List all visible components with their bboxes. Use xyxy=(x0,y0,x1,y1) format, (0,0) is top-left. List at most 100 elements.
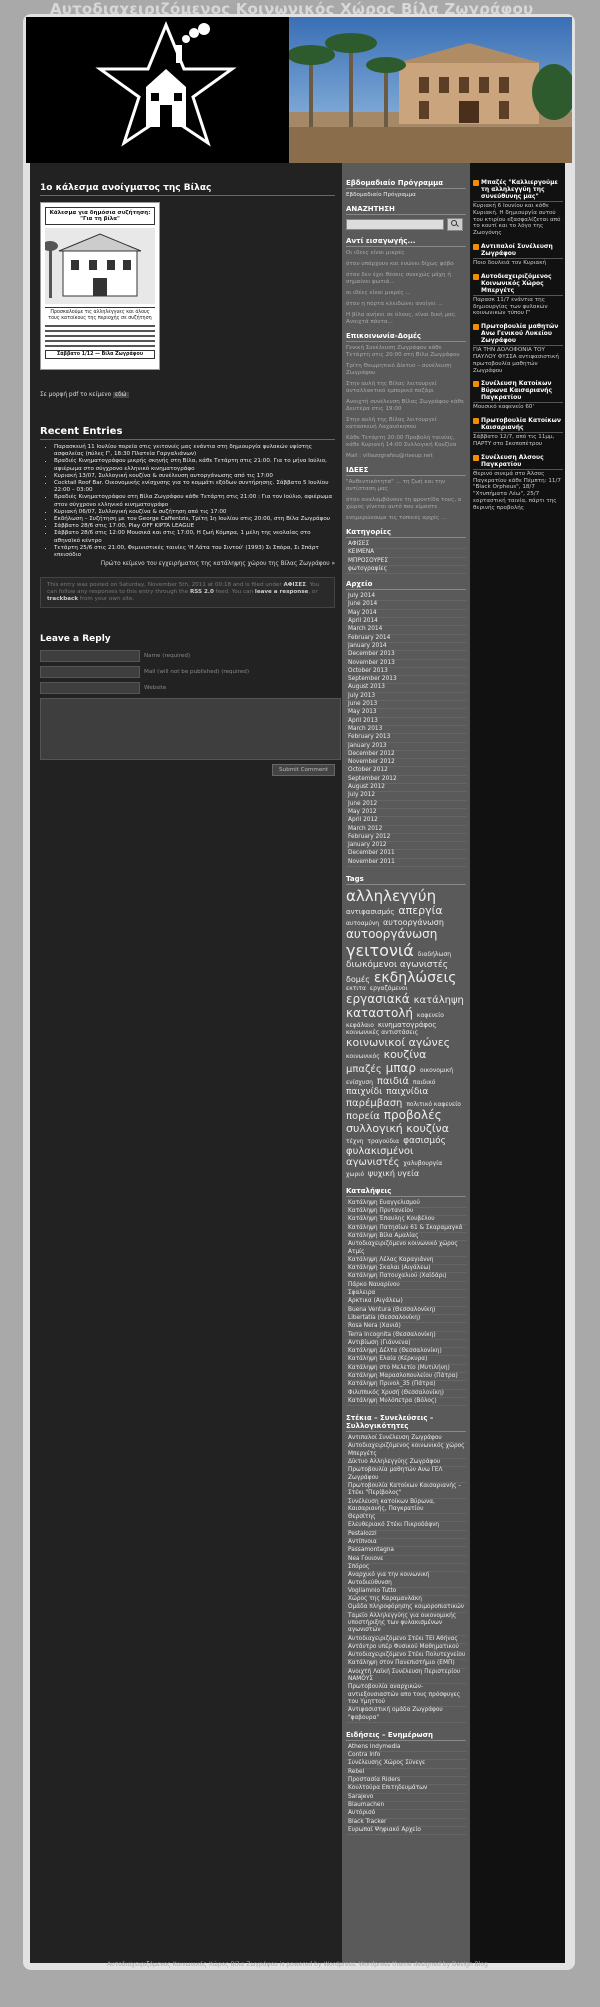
squat-item[interactable]: Κατάληψη Έπαυλης Κουβέλου xyxy=(346,1216,466,1225)
list-item[interactable]: Κυριακή 06/07, Συλλογική κουζίνα & συζήτ… xyxy=(54,509,335,516)
collective-item[interactable]: Αυτοδιαχειριζόμενο Στέκι ΤΕΙ Αθήνας xyxy=(346,1636,466,1644)
news-item[interactable]: Sarajevo xyxy=(346,1794,466,1802)
news-item[interactable]: Ευρωπαϊ Ψηφιακό Αρχείο xyxy=(346,1827,466,1836)
list-item[interactable]: Βραδιές Κινηματογράφου μικρής σκηνής στη… xyxy=(54,458,335,472)
tag-link[interactable]: φασισμός xyxy=(403,1136,446,1146)
category-item[interactable]: ΑΦΙΣΕΣ xyxy=(346,541,466,550)
tag-link[interactable]: μπαρ xyxy=(386,1061,416,1075)
collective-item[interactable]: Πρωτοβουλία αναρχικών-αντιεξουσιαστών απ… xyxy=(346,1684,466,1708)
tag-link[interactable]: παρέμβαση xyxy=(346,1098,402,1109)
category-item[interactable]: ΚΕΙΜΕΝΑ xyxy=(346,549,466,558)
tag-link[interactable]: τραγούδια xyxy=(367,1138,399,1145)
collective-item[interactable]: Αντίπνοια xyxy=(346,1539,466,1548)
tag-link[interactable]: διωκόμενοι αγωνιστές xyxy=(346,960,448,970)
tag-link[interactable]: χαλυβουργία xyxy=(403,1160,442,1167)
rss-feed-title[interactable]: Πρωτοβουλία Κατοίκων Καισαριανής xyxy=(481,417,563,431)
collective-item[interactable]: Ελευθεριακό Στέκι Πικροδάφνη xyxy=(346,1522,466,1531)
tag-link[interactable]: κοινωνικός xyxy=(346,1053,380,1060)
search-input[interactable] xyxy=(346,219,444,230)
tag-link[interactable]: κοινωνικές αντιστάσεις xyxy=(346,1029,418,1036)
archive-item[interactable]: September 2013 xyxy=(346,676,466,685)
rss-feed-title[interactable]: Μπαζές "Καλλιεργούμε τη αλληλεγγύη της σ… xyxy=(481,179,563,200)
post-title[interactable]: 1ο κάλεσμα ανοίγματος της Βίλας xyxy=(40,183,335,196)
list-item[interactable]: Παρασκευή 11 Ιουλίου πορεία στις γειτονι… xyxy=(54,444,335,458)
tag-link[interactable]: συλλογική κουζίνα xyxy=(346,1122,449,1135)
tag-link[interactable]: κατάληψη xyxy=(414,995,464,1006)
archive-item[interactable]: May 2013 xyxy=(346,709,466,718)
collective-item[interactable]: Ομάδα πληροφόρησης κοιμοροπιατικών xyxy=(346,1604,466,1613)
collective-item[interactable]: Αντιφασιστική ομάδα Ζωγράφου "φαβουρα" xyxy=(346,1707,466,1723)
tag-link[interactable]: αλληλεγγύη xyxy=(346,887,436,905)
tag-link[interactable]: αυτοοργάνωση xyxy=(383,918,444,927)
squat-item[interactable]: Κατάληψη Πρινολ_35 (Πάτρα) xyxy=(346,1381,466,1390)
archive-item[interactable]: February 2014 xyxy=(346,635,466,643)
tag-link[interactable]: παιχνίδια xyxy=(386,1087,428,1097)
squat-item[interactable]: Rosa Nera (Χανιά) xyxy=(346,1323,466,1332)
archive-item[interactable]: September 2012 xyxy=(346,776,466,785)
website-field[interactable] xyxy=(40,682,140,695)
rss-feed-title[interactable]: Πρωτοβουλία μαθητών Ανω Γενικού Λυκείου … xyxy=(481,323,563,344)
search-button[interactable] xyxy=(447,218,463,231)
archive-item[interactable]: December 2013 xyxy=(346,651,466,660)
archive-item[interactable]: November 2012 xyxy=(346,759,466,768)
tag-link[interactable]: διαδήλωση xyxy=(418,951,451,958)
archive-item[interactable]: December 2012 xyxy=(346,751,466,760)
news-item[interactable]: Συνέλευσης Χώρος Σύνεγε xyxy=(346,1760,466,1769)
tag-link[interactable]: γειτονιά xyxy=(346,941,414,960)
list-item[interactable]: Σάββατο 28/6 στις 12:00 Μουσικά και στις… xyxy=(54,530,335,544)
collective-item[interactable]: Pestalozzi xyxy=(346,1531,466,1540)
archive-item[interactable]: October 2012 xyxy=(346,767,466,776)
archive-item[interactable]: July 2013 xyxy=(346,693,466,702)
tag-link[interactable]: παιδιά xyxy=(377,1076,409,1087)
tag-link[interactable]: μπαζές xyxy=(346,1064,382,1075)
collective-item[interactable]: Αυτοδιαχειριζόμενος κοινωνικός χώρος Μπε… xyxy=(346,1443,466,1460)
name-field[interactable] xyxy=(40,650,140,663)
tag-link[interactable]: καταστολή xyxy=(346,1006,413,1020)
archive-item[interactable]: April 2014 xyxy=(346,618,466,627)
rss-feed-title[interactable]: Αντιπαλοί Συνέλευση Ζωγράφου xyxy=(481,243,563,257)
squat-item[interactable]: Κατάληψη Ευαγγελισμού xyxy=(346,1200,466,1209)
tag-link[interactable]: εργασιακά xyxy=(346,992,410,1006)
squat-item[interactable]: Αρκτικα (Αιγάλεω) xyxy=(346,1298,466,1307)
archive-item[interactable]: May 2012 xyxy=(346,809,466,818)
collective-item[interactable]: Πρωτοβουλία μαθητών Ανω ΓΕΛ Ζωγράφου xyxy=(346,1467,466,1483)
list-item[interactable]: Cocktail Roof Bar. Οικονομικής ενίσχυσης… xyxy=(54,480,335,494)
older-post-link[interactable]: Πρώτο κείμενο του εγχειρήματος της κατάλ… xyxy=(40,561,335,567)
news-item[interactable]: Κουλτούρα Επιτηδευμάτων xyxy=(346,1785,466,1794)
tag-link[interactable]: κινηματογράφος xyxy=(378,1021,437,1029)
tag-link[interactable]: κουζίνα xyxy=(384,1048,427,1061)
comment-textarea[interactable] xyxy=(40,698,341,761)
rss-feed-item[interactable]: Μουσικό καφενείο 60' xyxy=(473,402,563,411)
tag-link[interactable]: αυτοαμύνη xyxy=(346,920,379,927)
tag-link[interactable]: εκδηλώσεις xyxy=(374,970,457,986)
squat-item[interactable]: Κατάληψη στο Μελετίο (Μυτιλήνη) xyxy=(346,1365,466,1373)
squat-item[interactable]: Αυτοδιαχειριζόμενο κοινωνικό χώρος Ατμίς xyxy=(346,1241,466,1257)
squat-item[interactable]: Αντιβίωση (Γιάννενα) xyxy=(346,1340,466,1349)
email-field[interactable] xyxy=(40,666,140,679)
archive-item[interactable]: August 2013 xyxy=(346,684,466,693)
rss-feed-item[interactable]: ΓΙΑ ΤΗΝ ΔΟΛΟΦΟΝΙΑ ΤΟΥ ΠΑΥΛΟΥ ΦΥΣΣΑ αντιφ… xyxy=(473,345,563,374)
poster-image[interactable]: Κάλεσμα για δημόσια συζήτηση: "Για τη βί… xyxy=(40,202,160,370)
news-item[interactable]: Black Tracker xyxy=(346,1819,466,1827)
collective-item[interactable]: Passamontagna xyxy=(346,1547,466,1556)
collective-item[interactable]: Πρωτοβουλία Κατοίκων Καισαριανής – Στέκι… xyxy=(346,1483,466,1499)
collective-item[interactable]: Σπόρος xyxy=(346,1564,466,1573)
squat-item[interactable]: Κατάληψη Ελαία (Κέρκυρα) xyxy=(346,1356,466,1365)
list-item[interactable]: Βραδιές Κινηματογράφου στη Βίλα Ζωγράφου… xyxy=(54,494,335,508)
tag-link[interactable]: οικονομική xyxy=(420,1067,453,1074)
squat-item[interactable]: Κατάληψη Μυλόπετρα (Βόλος) xyxy=(346,1398,466,1407)
category-item[interactable]: ΜΠΡΟΣΟΥΡΕΣ xyxy=(346,558,466,566)
tag-link[interactable]: ψυχική υγεία xyxy=(368,1169,419,1178)
category-item[interactable]: φωτογραφίες xyxy=(346,566,466,575)
archive-item[interactable]: December 2011 xyxy=(346,850,466,859)
tag-link[interactable]: αντιφασισμός xyxy=(346,908,394,916)
rss-feed-item[interactable]: Παρασκ 11/7 ενάντια της δημιουργίας των … xyxy=(473,294,563,317)
collective-item[interactable]: Αντάντρο υπέρ Φυσικού Μαθηματικού xyxy=(346,1644,466,1653)
archive-item[interactable]: July 2014 xyxy=(346,593,466,602)
tag-link[interactable]: δομές xyxy=(346,975,370,984)
leave-response-link[interactable]: leave a response xyxy=(255,589,308,595)
list-item[interactable]: Κυριακή 13/07, Συλλογική κουζίνα & συνέλ… xyxy=(54,473,335,480)
archive-item[interactable]: March 2013 xyxy=(346,726,466,735)
archive-item[interactable]: January 2014 xyxy=(346,643,466,652)
rss-feed-title[interactable]: Αυτοδιαχειριζόμενος Κοινωνικός Χώρος Μπε… xyxy=(481,273,563,294)
